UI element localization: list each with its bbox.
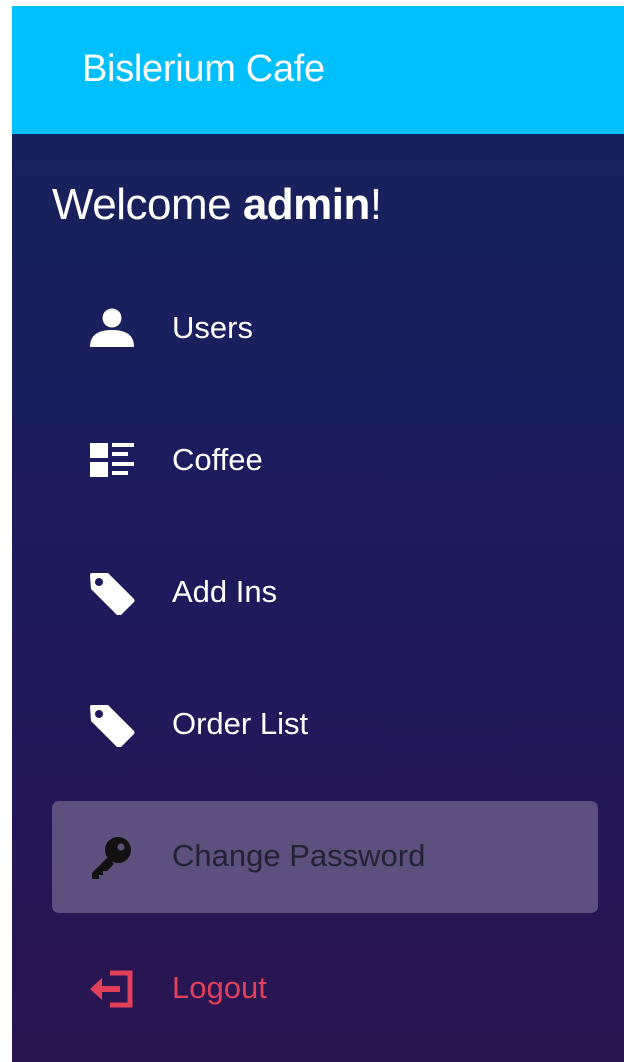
sidebar-item-label: Order List	[172, 706, 309, 741]
sidebar-item-add-ins[interactable]: Add Ins	[52, 537, 598, 649]
tag-icon	[88, 571, 136, 615]
app-frame: Bislerium Cafe Welcome admin! Users Coff…	[12, 6, 624, 1062]
top-bar: Bislerium Cafe	[12, 6, 624, 134]
sidebar-nav: Welcome admin! Users Coffee Add Ins Orde…	[12, 134, 624, 1062]
tag-icon	[88, 703, 136, 747]
sidebar-item-logout[interactable]: Logout	[52, 933, 598, 1045]
sidebar-item-order-list[interactable]: Order List	[52, 669, 598, 781]
brand-title[interactable]: Bislerium Cafe	[82, 48, 325, 91]
sidebar-item-label: Logout	[172, 970, 267, 1005]
sidebar-item-change-password[interactable]: Change Password	[52, 801, 598, 913]
sidebar-item-label: Change Password	[172, 838, 426, 873]
sidebar-item-label: Users	[172, 310, 253, 345]
key-icon	[88, 835, 136, 879]
welcome-suffix: !	[369, 180, 382, 229]
sidebar-item-coffee[interactable]: Coffee	[52, 405, 598, 517]
list-icon	[88, 439, 136, 483]
sidebar-item-label: Coffee	[172, 442, 263, 477]
logout-icon	[88, 967, 136, 1011]
welcome-prefix: Welcome	[52, 180, 243, 229]
sidebar-item-users[interactable]: Users	[52, 273, 598, 385]
welcome-username: admin	[242, 180, 371, 229]
sidebar-item-label: Add Ins	[172, 574, 278, 609]
welcome-message: Welcome admin!	[52, 180, 382, 230]
user-icon	[88, 307, 136, 351]
